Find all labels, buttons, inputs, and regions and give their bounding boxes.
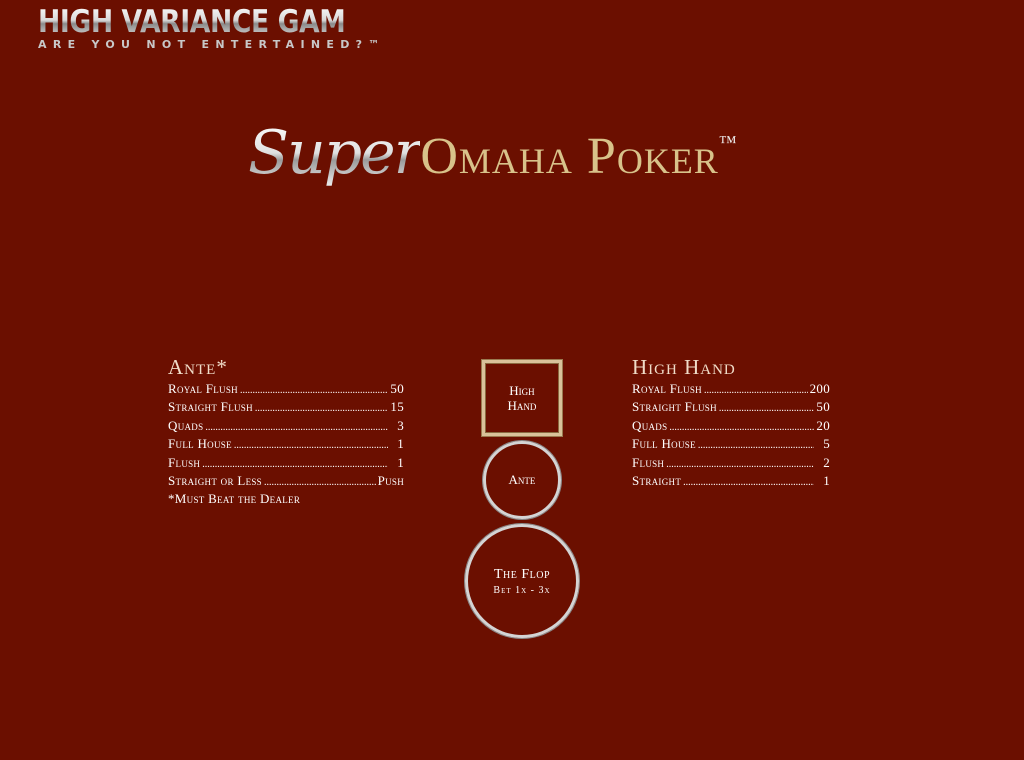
payout-value: 1 [397,454,404,470]
game-title-logo: SuperOmaha Poker™ [248,118,828,218]
ante-bet-spot[interactable]: Ante [483,441,561,519]
paytable-row: Royal Flush 200 [632,381,830,399]
paytable-row: Straight or Less Push [168,473,404,491]
hand-name: Straight [632,473,682,489]
hand-name: Royal Flush [168,381,238,396]
payout-value: 1 [397,436,404,452]
dot-leader [255,401,388,417]
flop-spot-label: The Flop [493,566,551,582]
hand-name: Full House [632,436,696,452]
high-hand-spot-label-line2: Hand [507,398,537,413]
payout-value: 1 [823,473,830,489]
paytable-row: Full House 1 [168,436,404,454]
game-title-main: Omaha Poker [420,128,719,185]
paytable-row: Straight Flush 50 [632,399,830,417]
hand-name: Quads [168,417,204,433]
payout-value: 50 [816,399,830,415]
high-hand-bet-spot[interactable]: High Hand [482,360,562,436]
dot-leader [264,475,376,491]
dot-leader [704,383,808,399]
paytable-row: Royal Flush 50 [168,381,404,399]
dot-leader [234,438,388,454]
trademark-symbol: ™ [718,132,737,152]
dot-leader [669,420,814,436]
payout-value: 20 [816,417,830,433]
dot-leader [698,438,814,454]
payout-value: Push [377,473,404,489]
paytable-row: Flush 2 [632,455,830,473]
hand-name: Flush [168,454,201,470]
high-hand-spot-label-line1: High [509,383,535,398]
hand-name: Full House [168,436,232,452]
dot-leader [202,457,388,473]
game-title-script: Super [248,118,422,188]
payout-value: 50 [390,381,404,396]
brand-logo: HIGH VARIANCE GAMES ARE YOU NOT ENTERTAI… [38,4,398,51]
ante-spot-label: Ante [508,472,536,487]
dot-leader [240,383,388,399]
high-hand-paytable: High Hand Royal Flush 200 Straight Flush 5… [632,354,830,491]
dot-leader [683,475,814,491]
dot-leader [719,401,814,417]
hand-name: Straight Flush [168,399,253,415]
ante-footnote: *Must Beat the Dealer [168,491,301,507]
paytable-row: Quads 3 [168,418,404,436]
payout-value: 200 [809,381,830,396]
payout-value: 3 [397,417,404,433]
paytable-row: Straight 1 [632,473,830,491]
hand-name: Royal Flush [632,381,702,396]
hand-name: Flush [632,454,665,470]
paytable-row: Full House 5 [632,436,830,454]
payout-value: 15 [390,399,404,415]
hand-name: Straight or Less [168,473,262,489]
payout-value: 2 [823,454,830,470]
paytable-row: Quads 20 [632,418,830,436]
flop-spot-sublabel: Bet 1x - 3x [493,584,551,596]
ante-paytable: Ante* Royal Flush 50 Straight Flush 15 Qua… [168,354,404,508]
paytable-row: Straight Flush 15 [168,399,404,417]
hand-name: Quads [632,417,668,433]
payout-value: 5 [823,436,830,452]
dot-leader [666,457,814,473]
ante-paytable-heading: Ante* [168,355,228,379]
hand-name: Straight Flush [632,399,717,415]
dot-leader [205,420,388,436]
high-hand-paytable-heading: High Hand [632,355,736,379]
brand-name: HIGH VARIANCE GAMES [38,4,382,40]
paytable-row: Flush 1 [168,455,404,473]
flop-bet-spot[interactable]: The Flop Bet 1x - 3x [465,524,579,638]
